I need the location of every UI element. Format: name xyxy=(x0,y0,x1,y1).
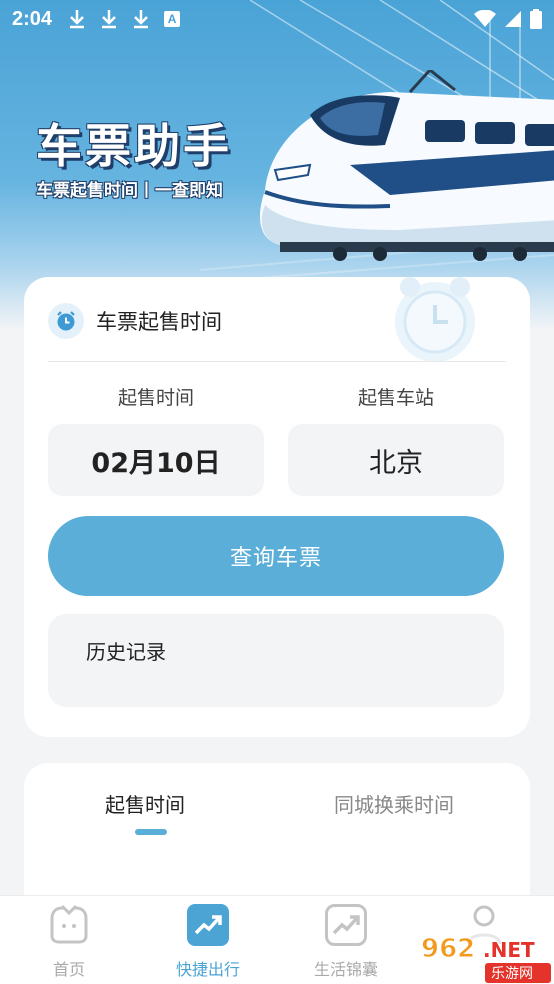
nav-item-home[interactable]: 首页 xyxy=(9,904,129,980)
history-panel[interactable]: 历史记录 xyxy=(48,614,504,707)
presale-station-label: 起售车站 xyxy=(357,387,434,409)
notification-badge-icon: A xyxy=(164,11,181,27)
download-icon xyxy=(134,10,149,29)
nav-item-quick-travel[interactable]: 快捷出行 xyxy=(148,904,268,980)
site-watermark-logo: 962 .NET 乐游网 xyxy=(413,925,554,984)
alarm-clock-icon xyxy=(48,303,84,339)
tab-presale-time[interactable]: 起售时间 xyxy=(105,789,185,818)
wifi-icon xyxy=(474,10,496,27)
download-icon xyxy=(70,10,85,29)
presale-date-label: 起售时间 xyxy=(117,387,194,409)
app-title: 车票助手 xyxy=(36,119,232,173)
trend-icon xyxy=(325,904,367,946)
station-picker[interactable]: 北京 xyxy=(288,424,504,496)
status-time: 2:04 xyxy=(12,7,53,30)
alarm-clock-decoration xyxy=(395,277,475,362)
card-title: 车票起售时间 xyxy=(96,310,222,334)
svg-text:.NET: .NET xyxy=(483,938,535,962)
nav-label-home: 首页 xyxy=(52,960,85,979)
active-tab-indicator xyxy=(135,829,167,835)
home-icon xyxy=(50,904,88,944)
battery-icon xyxy=(530,9,542,29)
history-label: 历史记录 xyxy=(86,640,166,664)
svg-text:962: 962 xyxy=(421,934,475,964)
status-bar: 2:04 A xyxy=(0,0,554,38)
presale-query-card: 车票起售时间 起售时间 起售车站 02月10日 北京 查询车票 历史记录 xyxy=(24,277,530,737)
signal-icon xyxy=(505,11,521,27)
nav-item-life-tips[interactable]: 生活锦囊 xyxy=(286,904,406,980)
trend-icon xyxy=(187,904,229,946)
high-speed-train-illustration xyxy=(260,70,554,261)
watermark-logo-icon: 962 .NET 乐游网 xyxy=(413,931,554,983)
app-subtitle: 车票起售时间丨一查即知 xyxy=(36,181,223,201)
date-picker[interactable]: 02月10日 xyxy=(48,424,264,496)
nav-label-quick-travel: 快捷出行 xyxy=(175,960,240,979)
badge-letter: A xyxy=(167,12,177,26)
tab-transfer-time[interactable]: 同城换乘时间 xyxy=(334,789,454,818)
divider xyxy=(48,361,506,362)
download-icon xyxy=(102,10,117,29)
nav-label-life-tips: 生活锦囊 xyxy=(313,960,378,979)
query-tickets-button[interactable]: 查询车票 xyxy=(48,516,504,596)
card-header: 车票起售时间 xyxy=(48,303,222,339)
svg-text:乐游网: 乐游网 xyxy=(491,966,533,982)
